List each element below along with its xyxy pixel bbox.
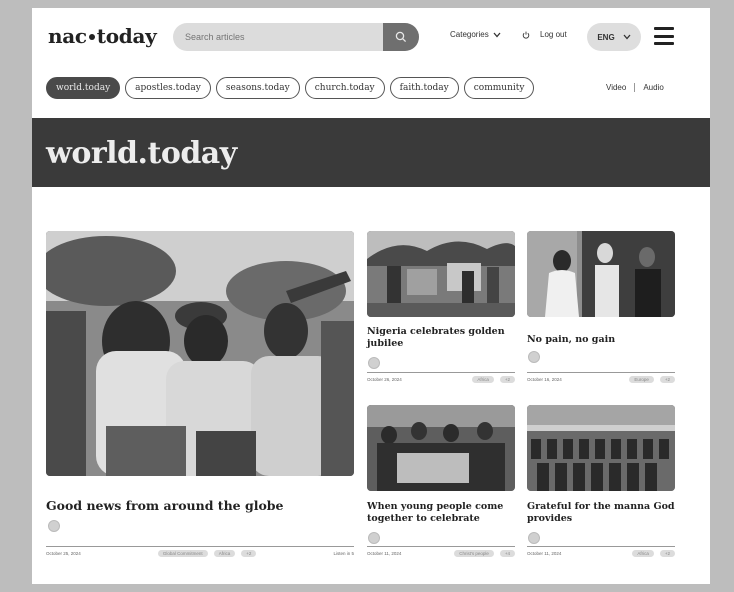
author-avatar [368, 357, 380, 369]
tag-pill[interactable]: Africa [632, 550, 654, 557]
article-meta: October 11, 2024 Africa +2 [527, 550, 675, 557]
search-input[interactable] [173, 23, 383, 51]
tag-pill[interactable]: +4 [499, 550, 515, 557]
author-avatar [528, 532, 540, 544]
logo-right: today [96, 24, 157, 48]
page-frame: nac today Categories Log out ENG world.to… [32, 8, 710, 584]
hamburger-menu-icon[interactable] [654, 27, 674, 45]
search-bar [173, 23, 419, 51]
article-title[interactable]: When young people come together to celeb… [367, 501, 507, 525]
chip-faith-today[interactable]: faith.today [389, 77, 459, 99]
divider [527, 546, 675, 547]
divider [367, 546, 515, 547]
main-article-meta: October 25, 2024 Global Commitment Afric… [46, 550, 354, 557]
category-nav: world.today apostles.today seasons.today… [46, 77, 535, 99]
chevron-down-icon [623, 34, 631, 40]
tag-pill[interactable]: Africa [472, 376, 494, 383]
chip-church-today[interactable]: church.today [304, 77, 385, 99]
article-date: October 26, 2024 [367, 377, 402, 382]
article-meta: October 16, 2024 Europe +2 [527, 376, 675, 383]
power-icon [522, 31, 530, 39]
search-button[interactable] [383, 23, 419, 51]
tag-pill[interactable]: +2 [241, 550, 257, 557]
video-link[interactable]: Video [606, 83, 636, 92]
author-avatar [528, 351, 540, 363]
media-links: Video Audio [606, 83, 664, 92]
article-meta: October 11, 2024 Christ's people +4 [367, 550, 515, 557]
article-date: October 25, 2024 [46, 551, 81, 556]
divider [46, 546, 354, 547]
section-title: world.today [46, 136, 237, 171]
tag-pill[interactable]: Global Commitment [157, 550, 208, 557]
author-avatar [368, 532, 380, 544]
article-title[interactable]: No pain, no gain [527, 334, 667, 346]
article-date: October 11, 2024 [367, 551, 402, 556]
article-image[interactable] [367, 231, 515, 317]
categories-dropdown[interactable]: Categories [450, 30, 501, 39]
tag-pill[interactable]: Africa [213, 550, 236, 557]
main-article-image[interactable] [46, 231, 354, 476]
chip-seasons-today[interactable]: seasons.today [215, 77, 300, 99]
login-link[interactable]: Log out [522, 30, 567, 39]
chip-apostles-today[interactable]: apostles.today [125, 77, 211, 99]
tag-pill[interactable]: +2 [499, 376, 515, 383]
article-title[interactable]: Grateful for the manna God provides [527, 501, 677, 525]
login-label: Log out [540, 30, 567, 39]
site-logo[interactable]: nac today [48, 24, 157, 48]
language-label: ENG [597, 32, 615, 42]
chevron-down-icon [493, 32, 501, 37]
audio-link[interactable]: Audio [635, 83, 663, 92]
search-icon [395, 31, 407, 43]
article-image[interactable] [527, 231, 675, 317]
divider [527, 372, 675, 373]
article-date: October 11, 2024 [527, 551, 562, 556]
divider [367, 372, 515, 373]
listen-link[interactable]: Listen in 5 [333, 551, 354, 556]
chip-world-today[interactable]: world.today [46, 77, 121, 99]
tag-pill[interactable]: Europe [629, 376, 654, 383]
main-article-title[interactable]: Good news from around the globe [46, 498, 346, 513]
chip-community[interactable]: community [463, 77, 535, 99]
tag-pill[interactable]: +2 [659, 550, 675, 557]
section-banner: world.today [32, 118, 710, 187]
author-avatar [48, 520, 60, 532]
article-title[interactable]: Nigeria celebrates golden jubilee [367, 326, 507, 350]
logo-left: nac [48, 24, 87, 48]
article-image[interactable] [527, 405, 675, 491]
language-selector[interactable]: ENG [587, 23, 641, 51]
tag-pill[interactable]: +2 [659, 376, 675, 383]
categories-label: Categories [450, 30, 489, 39]
article-image[interactable] [367, 405, 515, 491]
tag-pill[interactable]: Christ's people [454, 550, 494, 557]
logo-dot [88, 34, 95, 40]
article-date: October 16, 2024 [527, 377, 562, 382]
article-meta: October 26, 2024 Africa +2 [367, 376, 515, 383]
